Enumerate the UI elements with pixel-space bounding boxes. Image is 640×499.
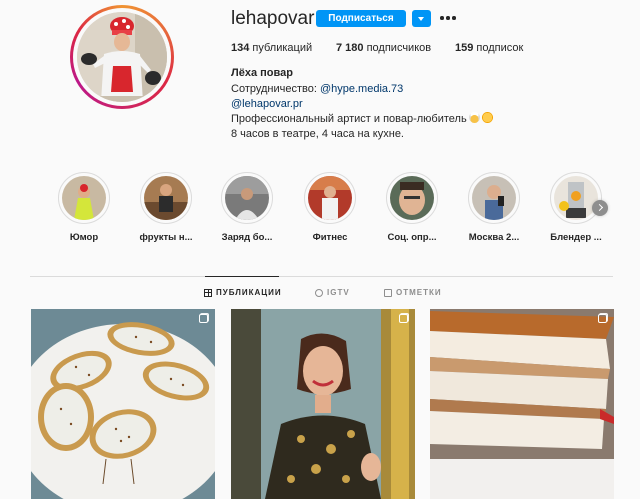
bio-line-1-text: Профессиональный артист и повар-любитель <box>231 113 467 125</box>
tabs-divider <box>30 276 613 277</box>
highlight-label: Соц. опр... <box>387 232 437 243</box>
tab-posts[interactable]: ПУБЛИКАЦИИ <box>204 288 282 297</box>
bio-collaboration: Сотрудничество: @hype.media.73 <box>231 82 403 97</box>
post-thumbnail[interactable] <box>231 309 415 499</box>
following-count: 159 <box>455 42 474 54</box>
posts-label: публикаций <box>249 42 313 54</box>
suggestions-dropdown-button[interactable] <box>412 10 431 27</box>
following-label: подписок <box>473 42 524 54</box>
profile-avatar-ring[interactable] <box>70 5 174 109</box>
highlight-cover <box>225 176 269 220</box>
post-image <box>231 309 415 499</box>
grid-icon <box>204 288 212 297</box>
avatar <box>77 12 167 102</box>
highlight-cover <box>144 176 188 220</box>
highlight-label: фрукты н... <box>139 232 193 243</box>
follow-button[interactable]: Подписаться <box>316 10 406 27</box>
tab-posts-label: ПУБЛИКАЦИИ <box>216 288 282 297</box>
followers-label: подписчиков <box>363 42 432 54</box>
highlight-cover <box>554 176 598 220</box>
highlight-label: Юмор <box>69 232 99 243</box>
highlight-cover <box>472 176 516 220</box>
highlight-item[interactable]: Фитнес <box>294 172 366 243</box>
chef-emoji-icon <box>468 112 480 123</box>
highlight-item[interactable]: Юмор <box>48 172 120 243</box>
highlight-label: Фитнес <box>312 232 348 243</box>
carousel-icon <box>598 314 607 323</box>
highlight-item[interactable]: Москва 2... <box>458 172 530 243</box>
highlight-item[interactable]: Заряд бо... <box>211 172 283 243</box>
followers-stat[interactable]: 7 180 подписчиков <box>336 42 431 54</box>
bio-line-2: 8 часов в театре, 4 часа на кухне. <box>231 128 404 140</box>
active-tab-indicator <box>205 276 279 277</box>
tab-tagged[interactable]: ОТМЕТКИ <box>384 288 442 297</box>
collab-prefix: Сотрудничество: <box>231 83 320 95</box>
posts-count: 134 <box>231 42 250 54</box>
winking-face-emoji-icon <box>481 112 493 123</box>
collab-mention-link[interactable]: @hype.media.73 <box>320 83 403 95</box>
more-options-button[interactable] <box>440 9 456 27</box>
highlight-cover <box>62 176 106 220</box>
highlight-cover <box>308 176 352 220</box>
highlight-item[interactable]: фрукты н... <box>130 172 202 243</box>
following-stat[interactable]: 159 подписок <box>455 42 523 54</box>
bio-line-1: Профессиональный артист и повар-любитель <box>231 112 493 127</box>
more-horizontal-icon <box>440 16 456 20</box>
followers-count: 7 180 <box>336 42 364 54</box>
profile-full-name: Лёха повар <box>231 67 293 79</box>
tab-igtv[interactable]: IGTV <box>315 288 350 297</box>
highlight-label: Заряд бо... <box>221 232 273 243</box>
carousel-icon <box>199 314 208 323</box>
highlight-label: Москва 2... <box>468 232 520 243</box>
highlight-item[interactable]: Соц. опр... <box>376 172 448 243</box>
post-image <box>31 309 215 499</box>
igtv-icon <box>315 288 323 297</box>
pr-mention-link[interactable]: @lehapovar.pr <box>231 97 303 112</box>
tab-igtv-label: IGTV <box>327 288 350 297</box>
posts-count-stat: 134 публикаций <box>231 42 312 54</box>
tab-tagged-label: ОТМЕТКИ <box>396 288 442 297</box>
post-thumbnail[interactable] <box>430 309 614 499</box>
profile-username: lehapovar <box>231 8 315 29</box>
highlight-label: Блендер ... <box>550 232 602 243</box>
highlight-cover <box>390 176 434 220</box>
post-thumbnail[interactable] <box>31 309 215 499</box>
highlights-next-button[interactable] <box>592 200 608 216</box>
post-image <box>430 309 614 499</box>
carousel-icon <box>399 314 408 323</box>
tagged-icon <box>384 288 392 297</box>
